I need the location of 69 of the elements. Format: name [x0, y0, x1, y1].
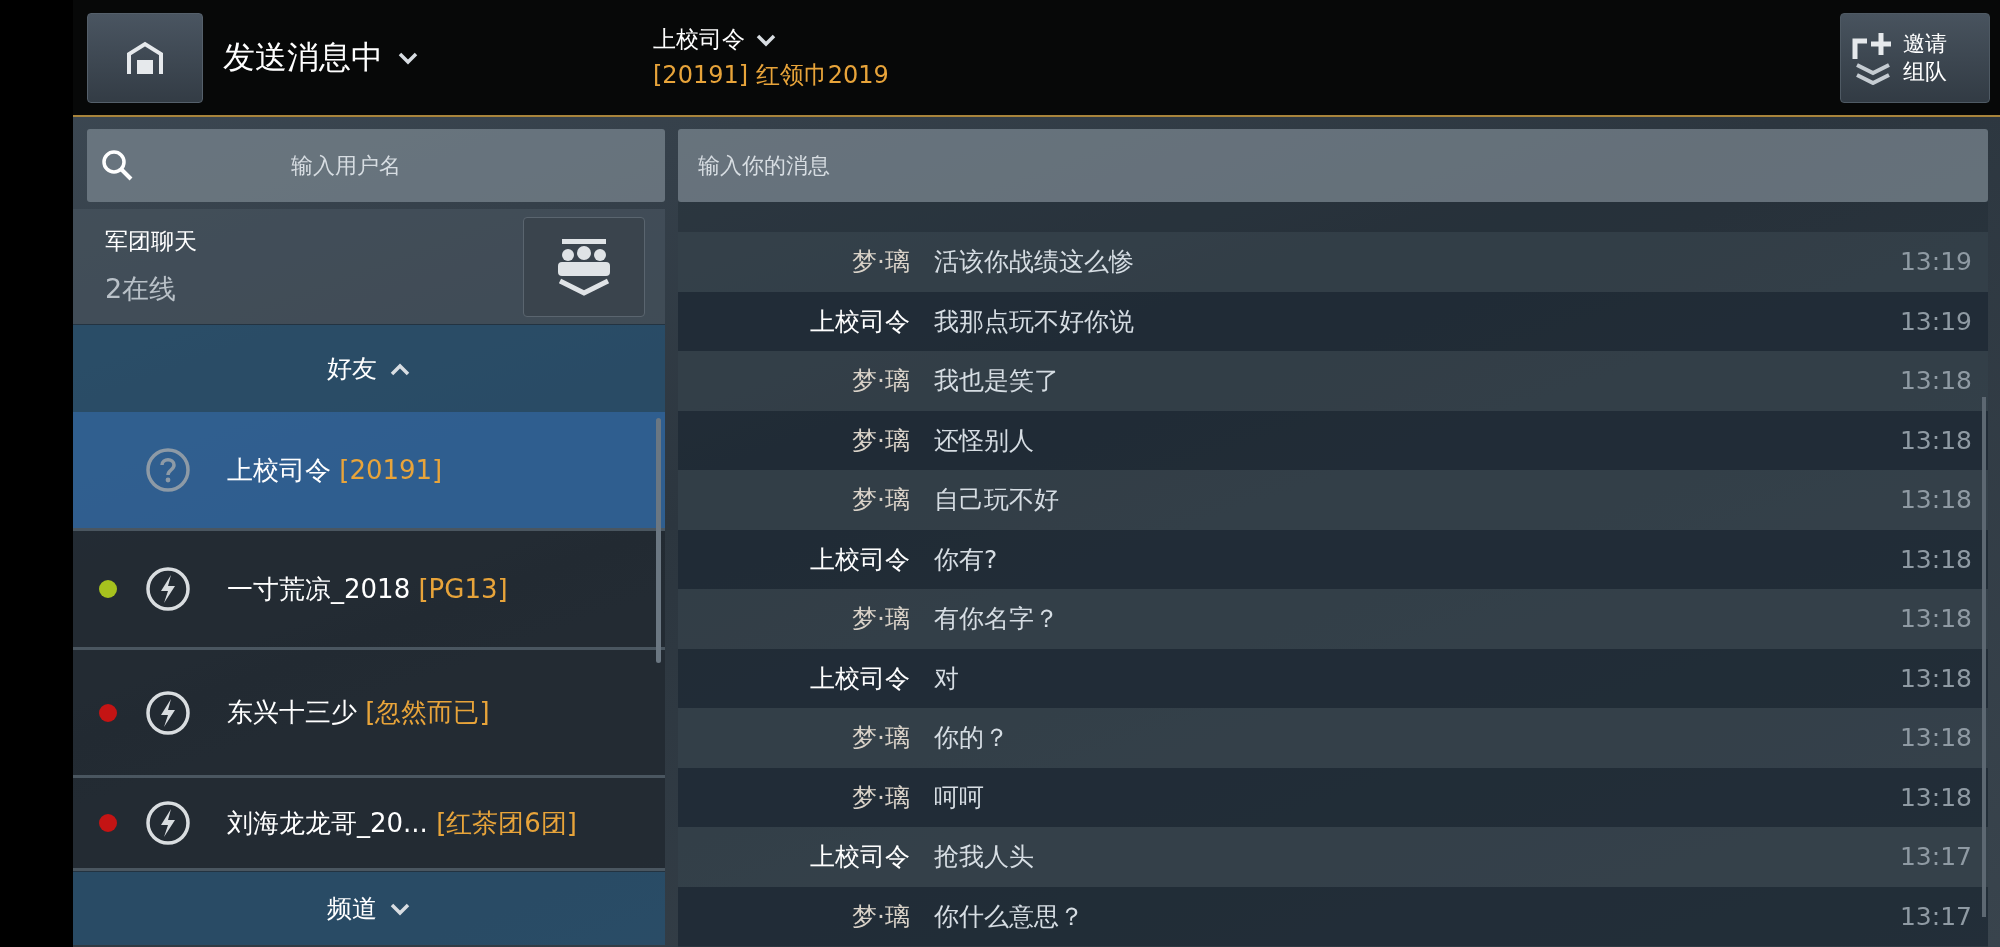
message-sender: 梦·璃	[851, 484, 910, 517]
message-time: 13:18	[1899, 485, 1972, 515]
lightning-icon	[145, 800, 191, 846]
message-text: 我也是笑了	[934, 365, 1060, 398]
message-sender: 梦·璃	[851, 246, 910, 279]
chat-name[interactable]: 上校司令	[653, 24, 745, 55]
scrollbar[interactable]	[1982, 397, 1986, 917]
friend-item[interactable]: 上校司令 [20191]	[73, 412, 665, 531]
question-icon	[145, 447, 191, 493]
message-text: 我那点玩不好你说	[934, 305, 1135, 338]
message-time: 13:18	[1899, 604, 1972, 634]
message-time: 13:18	[1899, 366, 1972, 396]
message-sender: 上校司令	[809, 841, 910, 874]
message-text: 抢我人头	[934, 841, 1035, 874]
home-icon	[125, 39, 165, 76]
message-sender: 上校司令	[809, 305, 910, 338]
message-time: 13:18	[1899, 782, 1972, 812]
message-sender: 梦·璃	[851, 722, 910, 755]
lightning-icon	[145, 689, 191, 736]
message-sender: 梦·璃	[851, 781, 910, 814]
lightning-icon	[145, 566, 191, 612]
message-text: 自己玩不好	[934, 484, 1060, 517]
invite-button[interactable]: 邀请 组队	[1840, 12, 1990, 103]
home-button[interactable]	[87, 12, 203, 103]
message-sender: 梦·璃	[851, 365, 910, 398]
friend-name: 上校司令 [20191]	[227, 453, 443, 487]
search-icon	[101, 149, 133, 181]
friend-item[interactable]: 刘海龙龙哥_20... [红茶团6团]	[73, 778, 665, 871]
message-time: 13:18	[1899, 425, 1972, 455]
message-text: 有你名字？	[934, 603, 1060, 636]
legion-button[interactable]	[523, 216, 645, 317]
friend-name: 一寸荒凉_2018 [PG13]	[227, 572, 508, 606]
friend-item[interactable]: 东兴十三少 [忽然而已]	[73, 650, 665, 778]
friend-item[interactable]: 一寸荒凉_2018 [PG13]	[73, 531, 665, 650]
message-time: 13:17	[1899, 901, 1972, 931]
message-sender: 上校司令	[809, 662, 910, 695]
message-sender: 梦·璃	[851, 603, 910, 636]
chevron-icon	[389, 901, 411, 916]
friends-header[interactable]: 好友	[73, 324, 665, 412]
dropdown-icon	[755, 32, 777, 47]
message-sender: 梦·璃	[851, 424, 910, 457]
scrollbar[interactable]	[656, 418, 661, 663]
online-count: 2在线	[105, 272, 178, 306]
message-time: 13:17	[1899, 842, 1972, 872]
message-input[interactable]: 输入你的消息	[678, 129, 1988, 202]
message-text: 呵呵	[934, 781, 985, 814]
friend-name: 东兴十三少 [忽然而已]	[227, 696, 490, 729]
message-time: 13:18	[1899, 723, 1972, 753]
legion-chat-title: 军团聊天	[105, 227, 197, 256]
friend-name: 刘海龙龙哥_20... [红茶团6团]	[227, 806, 577, 840]
status-title[interactable]: 发送消息中	[223, 35, 383, 80]
legion-chat-panel[interactable]: 军团聊天 2在线	[73, 209, 665, 324]
message-sender: 上校司令	[809, 543, 910, 576]
channels-header[interactable]: 频道	[73, 871, 665, 945]
message-text: 还怪别人	[934, 424, 1035, 457]
message-time: 13:19	[1899, 306, 1972, 336]
chevron-icon	[389, 361, 411, 376]
search-field[interactable]: 输入用户名	[87, 129, 665, 202]
message-time: 13:19	[1899, 247, 1972, 277]
message-text: 你什么意思？	[934, 900, 1085, 933]
message-text: 你有?	[934, 543, 999, 576]
chat-subtitle: [20191] 红领巾2019	[653, 60, 890, 91]
message-time: 13:18	[1899, 663, 1972, 693]
message-text: 对	[934, 662, 960, 695]
message-time: 13:18	[1899, 544, 1972, 574]
message-text: 你的？	[934, 722, 1010, 755]
message-text: 活该你战绩这么惨	[934, 246, 1135, 279]
dropdown-icon	[397, 50, 419, 65]
message-sender: 梦·璃	[851, 900, 910, 933]
